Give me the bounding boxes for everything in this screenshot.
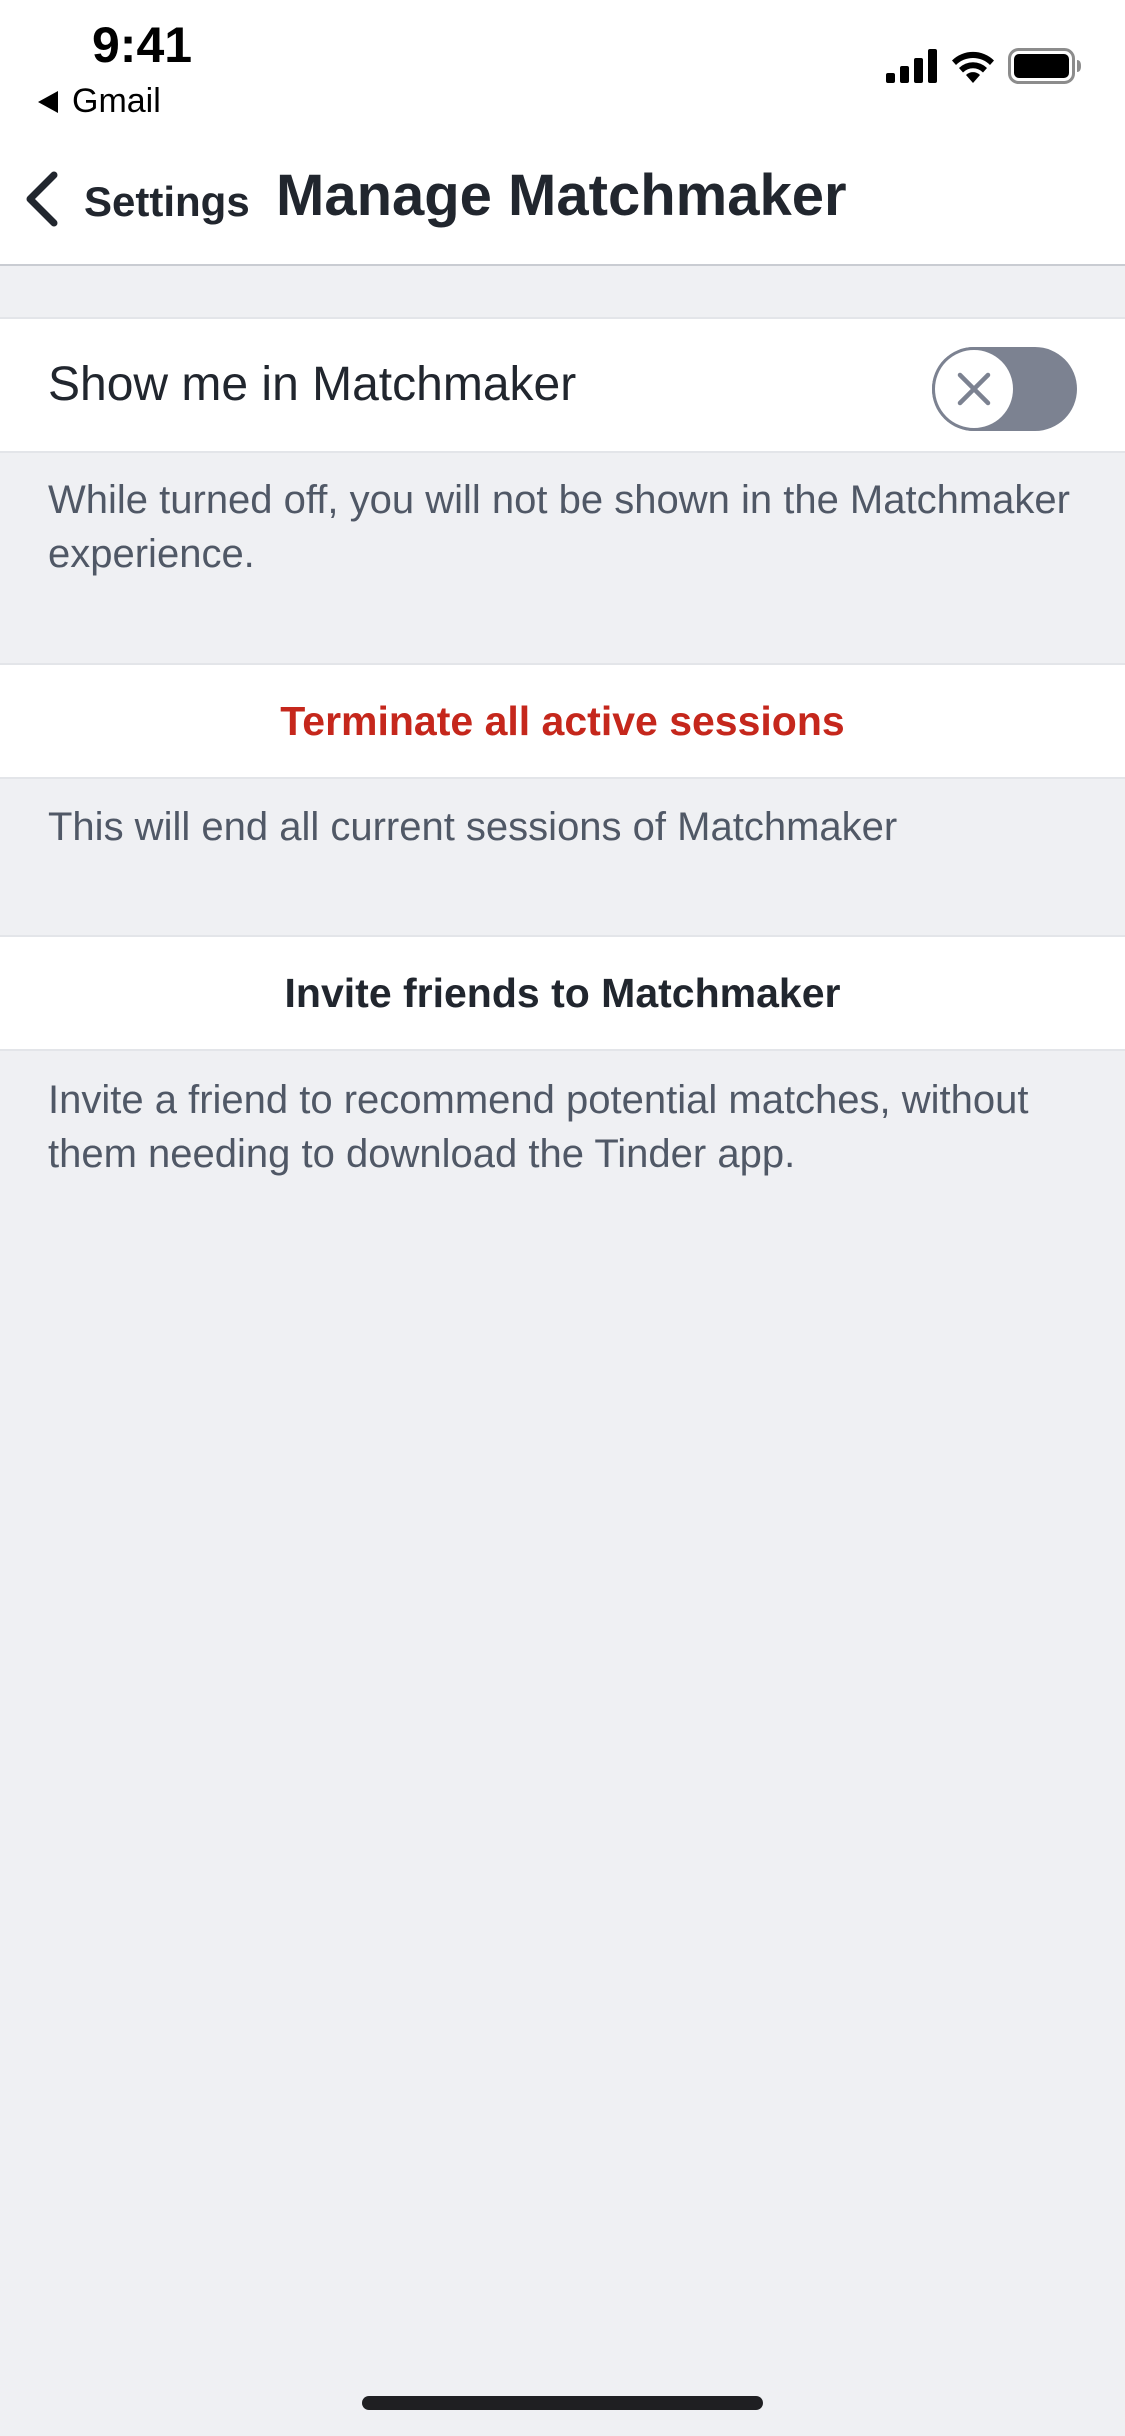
terminate-sessions-button[interactable]: Terminate all active sessions — [0, 663, 1125, 779]
page-title: Manage Matchmaker — [276, 163, 847, 228]
chevron-left-icon — [26, 171, 58, 227]
navigation-bar: Settings Manage Matchmaker — [0, 130, 1125, 266]
close-icon — [957, 372, 991, 406]
invite-friends-button[interactable]: Invite friends to Matchmaker — [0, 935, 1125, 1051]
terminate-sessions-label: Terminate all active sessions — [280, 697, 845, 744]
status-icons — [886, 48, 1082, 84]
battery-icon — [1008, 48, 1081, 84]
show-in-matchmaker-note: While turned off, you will not be shown … — [48, 478, 1070, 576]
status-time: 9:41 — [92, 17, 193, 73]
terminate-sessions-note: This will end all current sessions of Ma… — [48, 805, 898, 849]
back-to-app-link[interactable]: Gmail — [38, 82, 161, 121]
toggle-knob — [932, 347, 1016, 431]
show-in-matchmaker-row: Show me in Matchmaker — [0, 317, 1125, 453]
wifi-icon — [952, 51, 994, 83]
settings-back-button[interactable]: Settings — [22, 168, 250, 230]
status-bar: 9:41 Gmail — [0, 0, 1125, 130]
invite-friends-label: Invite friends to Matchmaker — [284, 969, 841, 1016]
settings-back-label: Settings — [84, 178, 250, 225]
show-in-matchmaker-toggle[interactable] — [932, 347, 1077, 431]
cellular-signal-icon — [886, 49, 937, 83]
show-in-matchmaker-label: Show me in Matchmaker — [48, 358, 577, 411]
back-to-app-label: Gmail — [72, 82, 161, 120]
back-triangle-icon — [38, 90, 58, 113]
invite-friends-note: Invite a friend to recommend potential m… — [48, 1078, 1029, 1176]
home-indicator[interactable] — [362, 2396, 763, 2410]
